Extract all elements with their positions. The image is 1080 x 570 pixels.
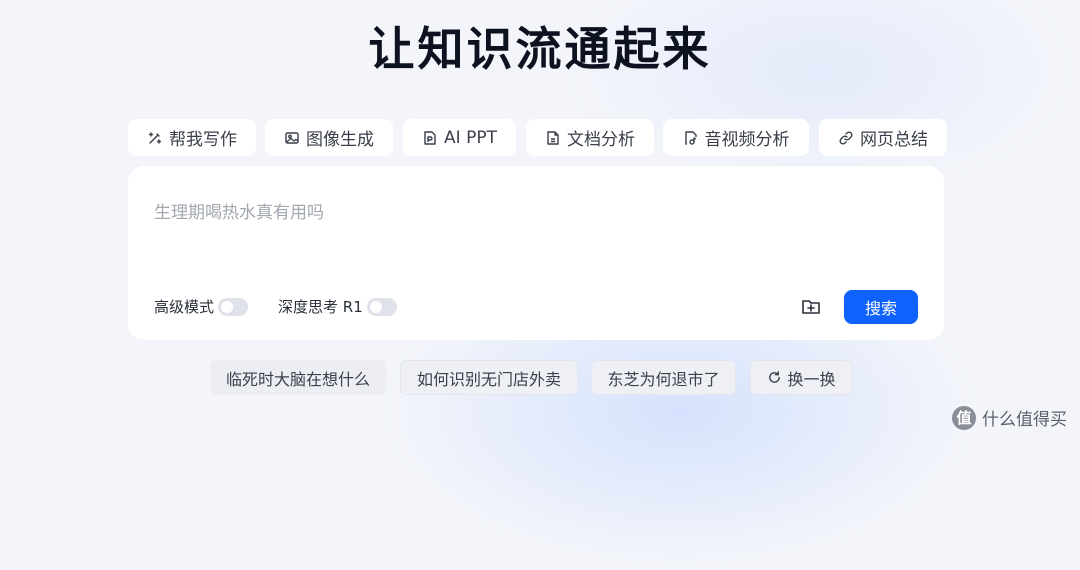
search-input[interactable]: 生理期喝热水真有用吗	[154, 198, 324, 223]
watermark-text: 什么值得买	[982, 410, 1067, 430]
suggestion-chip[interactable]: 如何识别无门店外卖	[400, 360, 578, 395]
folder-plus-icon[interactable]	[800, 295, 822, 317]
toggle-knob	[221, 300, 234, 313]
ppt-icon	[424, 130, 436, 145]
refresh-label: 换一换	[787, 369, 836, 389]
tab-image-generation[interactable]: 图像生成	[265, 119, 393, 156]
advanced-mode-label: 高级模式	[154, 298, 215, 316]
tab-webpage-summary[interactable]: 网页总结	[819, 119, 947, 156]
tab-media-analysis[interactable]: 音视频分析	[663, 119, 809, 156]
pen-sparkle-icon	[148, 131, 162, 144]
suggestion-chip[interactable]: 临死时大脑在想什么	[210, 360, 386, 395]
deep-think-label: 深度思考 R1	[278, 298, 363, 316]
watermark: 值 什么值得买	[952, 405, 1067, 430]
advanced-mode-toggle[interactable]	[218, 297, 249, 316]
tab-label: 文档分析	[567, 130, 635, 150]
refresh-button[interactable]: 换一换	[750, 360, 853, 395]
tab-document-analysis[interactable]: 文档分析	[526, 119, 654, 156]
toggle-knob	[369, 300, 382, 313]
tab-label: 帮我写作	[169, 130, 237, 150]
tab-label: 图像生成	[306, 130, 374, 150]
refresh-icon	[769, 371, 781, 383]
deep-think-toggle[interactable]	[366, 297, 397, 316]
page-title: 让知识流通起来	[368, 22, 712, 76]
document-icon	[547, 130, 559, 145]
tab-writing[interactable]: 帮我写作	[128, 119, 256, 156]
search-button[interactable]: 搜索	[844, 290, 918, 324]
suggestion-chip[interactable]: 东芝为何退市了	[591, 360, 736, 395]
link-icon	[839, 130, 853, 145]
tab-ai-ppt[interactable]: AI PPT	[403, 119, 516, 156]
tab-label: AI PPT	[444, 127, 497, 148]
advanced-mode-option[interactable]: 高级模式	[154, 296, 249, 317]
media-file-icon	[684, 130, 697, 145]
search-card: 生理期喝热水真有用吗 高级模式 深度思考 R1 搜索	[128, 166, 944, 340]
deep-think-option[interactable]: 深度思考 R1	[278, 296, 397, 317]
tab-label: 网页总结	[860, 130, 928, 150]
tab-label: 音视频分析	[704, 130, 790, 150]
image-icon	[285, 131, 299, 144]
watermark-badge: 值	[952, 405, 976, 430]
